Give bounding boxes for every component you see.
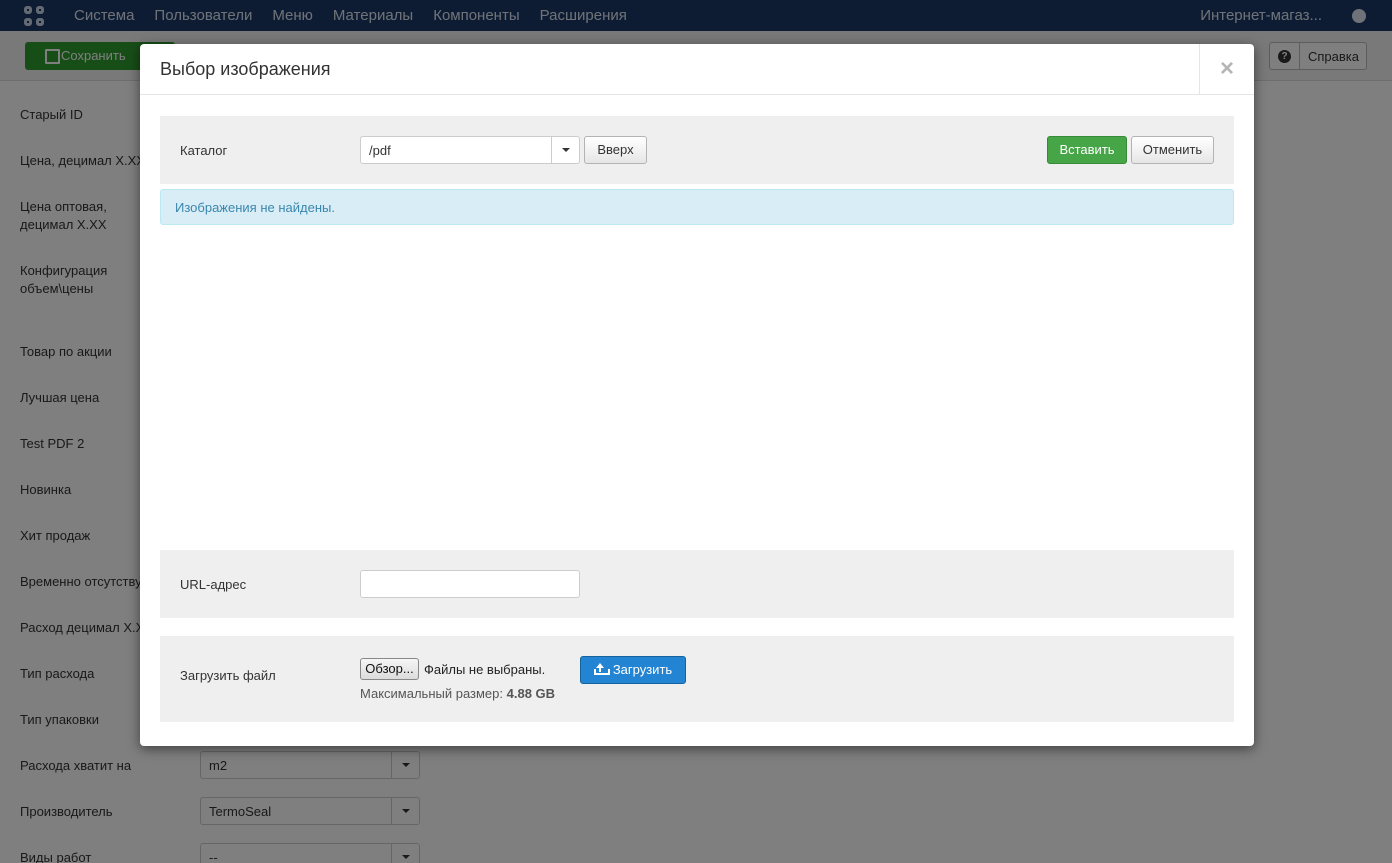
folder-label: Каталог <box>180 143 228 158</box>
cancel-button[interactable]: Отменить <box>1131 136 1214 164</box>
folder-panel: Каталог /pdf Вверх Вставить Отменить <box>160 116 1234 184</box>
upload-panel: Загрузить файл Обзор... Файлы не выбраны… <box>160 636 1234 722</box>
url-panel: URL-адрес <box>160 550 1234 618</box>
browse-button[interactable]: Обзор... <box>360 658 419 680</box>
modal-title: Выбор изображения <box>160 59 331 79</box>
upload-label: Загрузить файл <box>180 668 276 683</box>
upload-button[interactable]: Загрузить <box>580 656 686 684</box>
upload-button-label: Загрузить <box>612 662 673 677</box>
folder-select[interactable]: /pdf <box>360 136 580 164</box>
no-files-text: Файлы не выбраны. <box>424 662 546 677</box>
no-images-alert: Изображения не найдены. <box>160 189 1234 225</box>
insert-button[interactable]: Вставить <box>1047 136 1127 164</box>
max-size-text: Максимальный размер: 4.88 GB <box>360 686 556 701</box>
image-select-modal: Выбор изображения × Каталог /pdf Вверх В… <box>140 44 1254 746</box>
modal-header: Выбор изображения × <box>140 44 1254 95</box>
chevron-down-icon <box>551 137 579 163</box>
upload-icon <box>593 663 610 675</box>
url-label: URL-адрес <box>180 577 247 592</box>
up-button[interactable]: Вверх <box>584 136 647 164</box>
url-input[interactable] <box>360 570 580 598</box>
close-icon[interactable]: × <box>1199 44 1254 94</box>
max-size-value: 4.88 GB <box>506 686 556 701</box>
